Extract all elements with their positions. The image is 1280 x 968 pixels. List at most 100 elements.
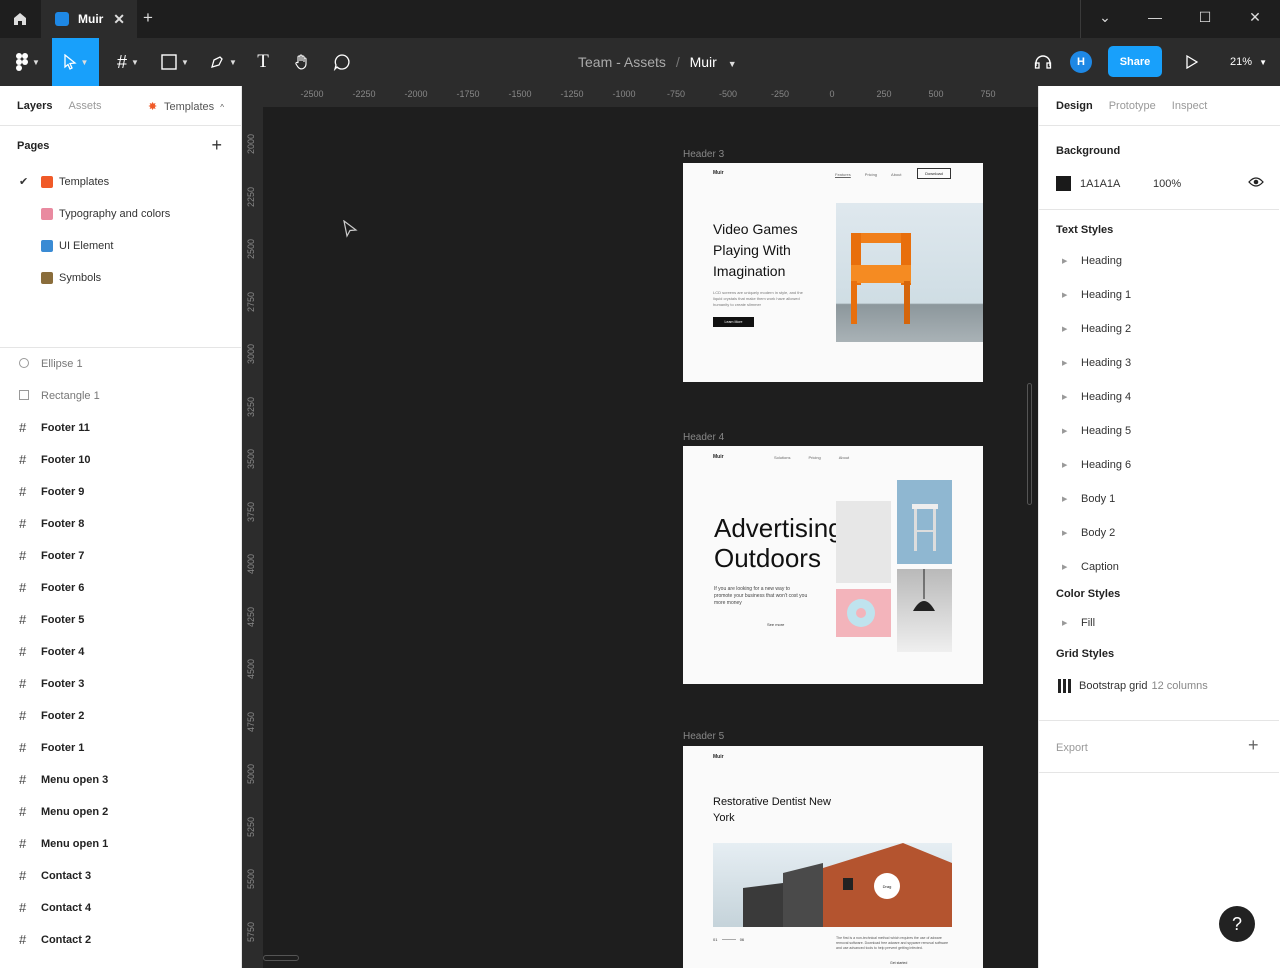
home-button[interactable] <box>0 0 40 38</box>
style-item[interactable]: ▶ Heading 3 <box>1039 346 1279 380</box>
style-item[interactable]: ▶ Fill <box>1039 606 1279 640</box>
new-tab-button[interactable]: + <box>143 8 153 28</box>
background-swatch[interactable] <box>1056 176 1071 191</box>
canvas-vertical-scrollbar[interactable] <box>1027 383 1032 505</box>
frame-label-header-5[interactable]: Header 5 <box>683 731 724 742</box>
style-item[interactable]: ▶ Body 2 <box>1039 516 1279 550</box>
frame-header-4[interactable]: Muir Solutions Pricing About Advertising… <box>683 446 983 684</box>
close-tab-icon[interactable]: ✕ <box>113 11 125 28</box>
chevron-down-icon: ▼ <box>229 57 237 67</box>
donut-image <box>836 589 891 637</box>
layer-item[interactable]: # Footer 3 <box>0 668 241 700</box>
style-item[interactable]: ▶ Heading 4 <box>1039 380 1279 414</box>
background-hex[interactable]: 1A1A1A <box>1080 178 1120 190</box>
layer-item[interactable]: # Footer 7 <box>0 540 241 572</box>
frame-label-header-3[interactable]: Header 3 <box>683 149 724 160</box>
frame-header-5[interactable]: Muir Restorative Dentist New York Drag 0… <box>683 746 983 968</box>
frame-icon: # <box>19 452 27 467</box>
layer-item[interactable]: # Footer 4 <box>0 636 241 668</box>
style-item[interactable]: ▶ Caption <box>1039 550 1279 584</box>
move-tool-button[interactable]: ▼ <box>52 38 99 86</box>
pen-tool-button[interactable]: ▼ <box>204 38 242 86</box>
text-tool-button[interactable]: T <box>250 38 276 86</box>
layer-item[interactable]: # Menu open 3 <box>0 764 241 796</box>
shape-tool-button[interactable]: ▼ <box>156 38 194 86</box>
expand-icon: ▶ <box>1062 462 1068 469</box>
layer-item[interactable]: # Contact 4 <box>0 892 241 924</box>
chevron-down-icon[interactable]: ▼ <box>728 59 737 69</box>
present-button[interactable] <box>1180 38 1204 86</box>
tab-layers[interactable]: Layers <box>17 100 52 112</box>
breadcrumb-file[interactable]: Muir <box>690 54 717 70</box>
minimize-button[interactable]: — <box>1145 9 1165 25</box>
export-title: Export <box>1056 742 1088 754</box>
main-menu-button[interactable]: ▼ <box>8 38 48 86</box>
page-item[interactable]: UI Element <box>0 230 241 262</box>
stool-image <box>897 480 952 564</box>
layer-item[interactable]: # Footer 6 <box>0 572 241 604</box>
close-window-button[interactable]: ✕ <box>1245 9 1265 26</box>
ruler-tick-label: 2750 <box>246 291 256 312</box>
help-button[interactable]: ? <box>1219 906 1255 942</box>
breadcrumb-team[interactable]: Team - Assets <box>578 54 666 70</box>
layer-item[interactable]: # Footer 1 <box>0 732 241 764</box>
counter-current: 01 <box>713 937 718 942</box>
comment-tool-button[interactable] <box>328 38 356 86</box>
style-label: Heading 1 <box>1081 289 1132 301</box>
canvas[interactable]: -2500 -2250 -2000 -1750 -1500 -1250 -1000 -750-… <box>242 86 1038 968</box>
layer-item[interactable]: Ellipse 1 <box>0 348 241 380</box>
chevron-down-icon[interactable]: ⌄ <box>1095 9 1115 26</box>
frame-label-header-4[interactable]: Header 4 <box>683 432 724 443</box>
background-opacity[interactable]: 100% <box>1153 178 1181 190</box>
page-item[interactable]: Typography and colors <box>0 198 241 230</box>
style-item[interactable]: ▶ Heading 2 <box>1039 312 1279 346</box>
avatar[interactable]: H <box>1070 51 1092 73</box>
tab-design[interactable]: Design <box>1056 100 1093 112</box>
share-button[interactable]: Share <box>1108 46 1162 77</box>
layer-label: Ellipse 1 <box>41 358 83 370</box>
zoom-menu[interactable]: 21% ▼ <box>1230 56 1267 68</box>
frame-tool-button[interactable]: # ▼ <box>110 38 146 86</box>
grid-style-row[interactable]: Bootstrap grid 12 columns <box>1039 669 1279 703</box>
hand-tool-button[interactable] <box>288 38 316 86</box>
page-item[interactable]: ✔ Templates <box>0 166 241 198</box>
page-item[interactable]: Symbols <box>0 262 241 294</box>
layer-item[interactable]: # Footer 2 <box>0 700 241 732</box>
ruler-tick-label: 5500 <box>246 868 256 889</box>
add-export-icon[interactable]: + <box>1248 735 1259 756</box>
frame-icon: # <box>19 708 27 723</box>
layer-item[interactable]: # Footer 5 <box>0 604 241 636</box>
frame-nav-item: Solutions <box>774 455 791 460</box>
ruler-tick-label: -250 <box>770 89 790 99</box>
layer-item[interactable]: # Footer 8 <box>0 508 241 540</box>
tab-inspect[interactable]: Inspect <box>1172 100 1207 112</box>
file-tab[interactable]: Muir ✕ <box>41 0 137 38</box>
audio-button[interactable] <box>1030 38 1056 86</box>
title-bar: Muir ✕ + ⌄ — ☐ ✕ <box>0 0 1280 38</box>
layer-item[interactable]: Rectangle 1 <box>0 380 241 412</box>
maximize-button[interactable]: ☐ <box>1195 9 1215 26</box>
layer-item[interactable]: # Footer 11 <box>0 412 241 444</box>
style-item[interactable]: ▶ Heading 1 <box>1039 278 1279 312</box>
layer-item[interactable]: # Footer 9 <box>0 476 241 508</box>
layer-item[interactable]: # Footer 10 <box>0 444 241 476</box>
eye-icon[interactable] <box>1248 176 1264 191</box>
text-styles-list: ▶ Heading ▶ Heading 1 ▶ Heading 2 ▶ Heading 3 ▶ H… <box>1039 244 1279 584</box>
add-page-icon[interactable]: + <box>211 135 222 156</box>
style-item[interactable]: ▶ Heading 6 <box>1039 448 1279 482</box>
current-page-selector[interactable]: ✸ Templates ^ <box>148 100 224 113</box>
layer-item[interactable]: # Menu open 2 <box>0 796 241 828</box>
layer-item[interactable]: # Contact 2 <box>0 924 241 956</box>
style-item[interactable]: ▶ Body 1 <box>1039 482 1279 516</box>
style-item[interactable]: ▶ Heading <box>1039 244 1279 278</box>
canvas-horizontal-scrollbar[interactable] <box>263 955 299 961</box>
tab-prototype[interactable]: Prototype <box>1109 100 1156 112</box>
frame-header-3[interactable]: Muir Features Pricing About Download Vid… <box>683 163 983 382</box>
layer-label: Footer 2 <box>41 710 85 722</box>
tab-assets[interactable]: Assets <box>68 100 101 112</box>
style-item[interactable]: ▶ Heading 5 <box>1039 414 1279 448</box>
layer-item[interactable]: # Contact 3 <box>0 860 241 892</box>
lamp-image <box>897 569 952 652</box>
toolbar: ▼ ▼ # ▼ ▼ ▼ T Team - Assets / Muir ▼ H S… <box>0 38 1280 86</box>
layer-item[interactable]: # Menu open 1 <box>0 828 241 860</box>
